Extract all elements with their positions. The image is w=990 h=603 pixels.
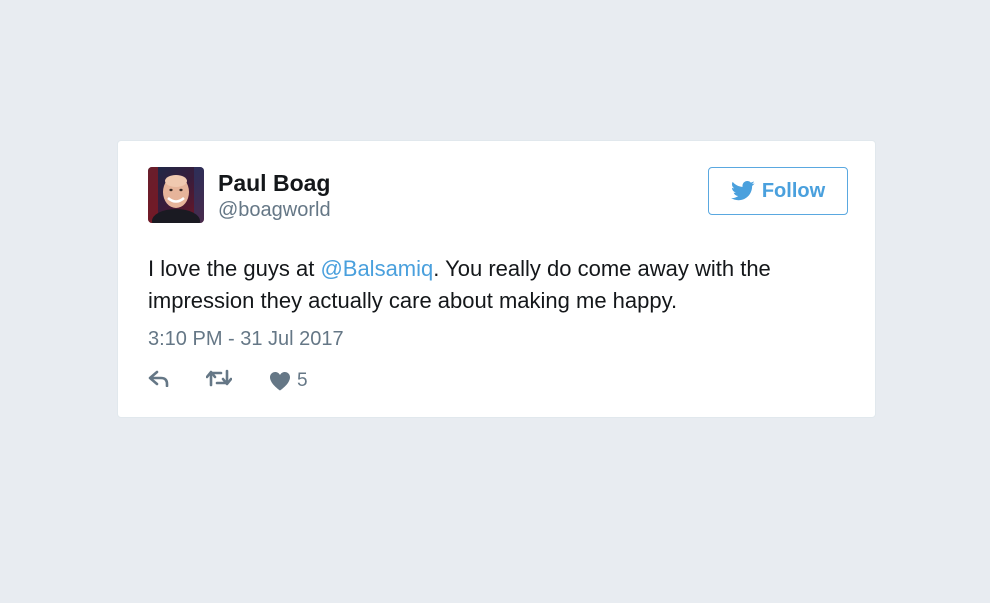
heart-icon	[270, 372, 290, 391]
reply-icon	[148, 370, 169, 387]
twitter-bird-icon	[730, 181, 755, 201]
retweet-button[interactable]	[206, 369, 232, 387]
tweet-card: Paul Boag @boagworld Follow I love the g…	[117, 140, 876, 418]
tweet-text: I love the guys at @Balsamiq. You really…	[148, 253, 848, 317]
like-count: 5	[297, 370, 308, 391]
reply-button[interactable]	[148, 369, 170, 387]
avatar-image	[148, 167, 204, 223]
tweet-text-before: I love the guys at	[148, 256, 321, 281]
avatar[interactable]	[148, 167, 204, 223]
retweet-icon	[206, 369, 232, 387]
like-button[interactable]: 5	[269, 369, 308, 393]
timestamp[interactable]: 3:10 PM - 31 Jul 2017	[148, 327, 344, 351]
author-name[interactable]: Paul Boag	[218, 169, 330, 197]
mention-link[interactable]: @Balsamiq	[320, 256, 433, 281]
author-handle[interactable]: @boagworld	[218, 198, 331, 222]
follow-button[interactable]: Follow	[708, 167, 848, 215]
follow-label: Follow	[761, 179, 826, 202]
